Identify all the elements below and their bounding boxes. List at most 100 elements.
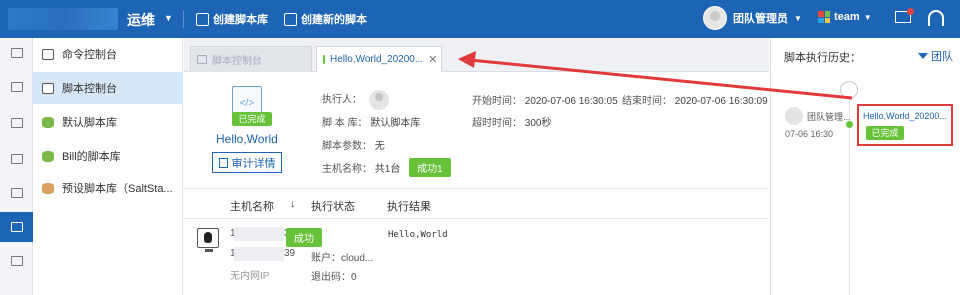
sidebar-item-preset-lib[interactable]: 预设脚本库（SaltSta... [33, 172, 183, 204]
rail-item-folder[interactable] [0, 178, 33, 208]
database-icon [10, 118, 23, 128]
rail-item-topology[interactable] [0, 72, 33, 102]
account: 账户：cloud... [311, 253, 374, 264]
tab-label: Hello,World_20200... [330, 54, 424, 65]
script-icon [42, 82, 54, 94]
col-result: 执行结果 [387, 201, 431, 213]
result-output: Hello,World [388, 230, 448, 240]
database-icon [196, 12, 209, 26]
history-time: 07-06 16:30 [785, 129, 834, 139]
create-script-label: 创建新的脚本 [301, 14, 367, 26]
file-icon [323, 55, 325, 64]
history-entry-name: Hello,World_20200... [863, 111, 947, 121]
avatar [368, 90, 389, 110]
clipboard-icon [10, 256, 23, 266]
filter-button[interactable]: 团队 [918, 48, 953, 64]
col-host: 主机名称 [230, 201, 274, 213]
team-name: team [834, 11, 860, 23]
execution-history-panel: 脚本执行历史： 团队 团队管理... 07-06 16:30 Hello,Wor… [770, 38, 960, 295]
chevron-down-icon: ▼ [794, 13, 802, 23]
clock-icon [840, 81, 858, 99]
sidebar-item-script-console[interactable]: 脚本控制台 [33, 72, 183, 104]
ip-suffix: 39 [284, 248, 296, 259]
sidebar-item-label: 默认脚本库 [62, 117, 117, 129]
audit-detail-button[interactable]: 审计详情 [212, 152, 282, 173]
rail-item-monitor[interactable] [0, 38, 33, 68]
history-user: 团队管理... [807, 112, 851, 122]
filter-icon [918, 53, 928, 59]
cloud-icon [10, 154, 23, 164]
params-row: 脚本参数： 无 [322, 137, 385, 152]
audit-label: 审计详情 [231, 157, 276, 170]
create-script-button[interactable]: 创建新的脚本 [284, 11, 367, 27]
rail-item-cloud[interactable] [0, 144, 33, 174]
topology-icon [10, 82, 23, 92]
monitor-icon [10, 48, 23, 58]
audit-icon [218, 157, 228, 168]
database-icon [42, 182, 54, 194]
avatar [785, 107, 803, 125]
end-value: 2020-07-06 16:30:09 [674, 96, 768, 107]
sidebar-item-label: 命令控制台 [62, 49, 117, 61]
sidebar-item-bill-lib[interactable]: Bill的脚本库 [33, 140, 183, 172]
executor-label: 执行人： [322, 94, 362, 106]
team-icon [818, 11, 830, 23]
filter-label: 团队 [931, 51, 953, 63]
database-icon [42, 116, 54, 128]
user-menu[interactable]: 团队管理员 ▼ [703, 6, 802, 30]
rail-item-script[interactable] [0, 212, 33, 242]
sidebar-item-label: 预设脚本库（SaltSta... [62, 183, 173, 195]
app-title[interactable]: 运维 [127, 10, 155, 30]
lib-label: 脚 本 库： [322, 118, 368, 129]
logo[interactable] [8, 8, 118, 30]
tab-label: 脚本控制台 [212, 56, 262, 67]
success-count-badge[interactable]: 成功1 [409, 158, 451, 177]
table-header: 主机名称 ↓ 执行状态 执行结果 [184, 189, 769, 219]
create-lib-button[interactable]: 创建脚本库 [196, 11, 268, 27]
params-value: 无 [374, 141, 385, 152]
rail-item-database[interactable] [0, 108, 33, 138]
end-label: 结束时间： [622, 96, 672, 107]
database-icon [42, 150, 54, 162]
status-badge: 已完成 [866, 126, 904, 140]
chevron-down-icon[interactable]: ▼ [164, 13, 173, 23]
tab-script-console[interactable]: 脚本控制台 [190, 46, 312, 72]
code-icon [197, 55, 207, 64]
start-label: 开始时间： [472, 96, 522, 107]
executor-row: 执行人： [322, 90, 389, 110]
timeout-value: 300秒 [524, 118, 552, 129]
folder-icon [10, 188, 23, 198]
hosts-label: 主机名称： [322, 164, 372, 175]
create-lib-label: 创建脚本库 [213, 14, 268, 26]
exit-code: 退出码：0 [311, 272, 357, 283]
hosts-row: 主机名称： 共1台 成功1 [322, 158, 451, 177]
tab-hello-world[interactable]: Hello,World_20200... ✕ [316, 46, 442, 73]
table-row[interactable]: 1 39 1 39 无内网IP 成功 账户：cloud... 退出码：0 Hel… [184, 220, 769, 295]
terminal-icon [42, 48, 54, 60]
team-switcher[interactable]: team ▼ [818, 11, 872, 23]
history-entry[interactable]: Hello,World_20200... 已完成 [857, 104, 953, 146]
linux-icon [197, 228, 219, 252]
headset-icon[interactable] [928, 10, 944, 26]
status-badge: 已完成 [232, 112, 272, 126]
end-time-row: 结束时间： 2020-07-06 16:30:09 [622, 92, 768, 107]
top-bar: 运维 ▼ 创建脚本库 创建新的脚本 团队管理员 ▼ team ▼ [0, 0, 960, 38]
ip-redacted [234, 247, 284, 261]
sidebar-item-default-lib[interactable]: 默认脚本库 [33, 106, 183, 138]
start-time-row: 开始时间： 2020-07-06 16:30:05 [472, 92, 618, 107]
script-name[interactable]: Hello,World [216, 132, 278, 146]
timeout-label: 超时时间： [472, 118, 522, 129]
sidebar-item-command-console[interactable]: 命令控制台 [33, 38, 183, 70]
code-file-icon [284, 12, 297, 26]
lib-value: 默认脚本库 [370, 118, 421, 129]
col-status: 执行状态 [311, 201, 355, 213]
close-icon[interactable]: ✕ [428, 53, 437, 66]
rail-item-clipboard[interactable] [0, 246, 33, 276]
timeout-row: 超时时间： 300秒 [472, 114, 551, 129]
document-icon [10, 222, 23, 232]
status-badge: 成功 [286, 228, 322, 247]
avatar [703, 6, 727, 30]
divider [183, 10, 184, 28]
sort-icon[interactable]: ↓ [290, 198, 296, 210]
main-panel: 脚本控制台 Hello,World_20200... ✕ </> 已完成 Hel… [184, 38, 769, 295]
